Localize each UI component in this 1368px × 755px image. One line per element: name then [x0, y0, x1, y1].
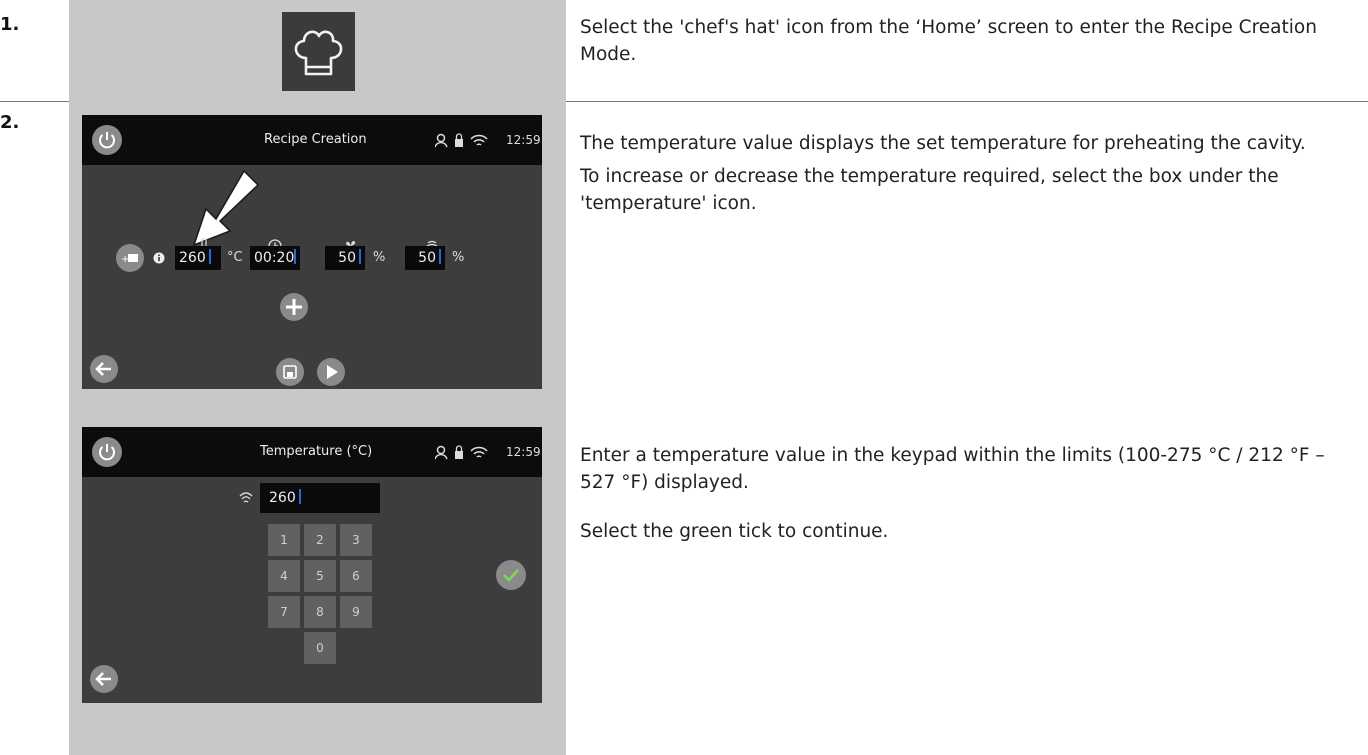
- step-2-text: Enter a temperature value in the keypad …: [580, 445, 1325, 493]
- info-icon: [153, 252, 165, 264]
- fan-field[interactable]: 50: [325, 246, 365, 270]
- wifi-icon: [470, 446, 488, 458]
- text-cursor: [294, 249, 297, 264]
- keypad-key-7[interactable]: 7: [268, 596, 300, 628]
- back-arrow-icon: [95, 362, 111, 376]
- back-button[interactable]: [90, 665, 118, 693]
- temperature-value: 260: [179, 250, 206, 266]
- divider: [0, 101, 69, 102]
- lock-icon: [455, 133, 463, 147]
- power-button[interactable]: [92, 125, 122, 155]
- power-icon: [99, 444, 115, 461]
- add-step-icon: +: [121, 254, 138, 265]
- screen-title: Temperature (°C): [260, 444, 373, 459]
- temperature-input-value: 260: [269, 490, 296, 506]
- clock: 12:59: [506, 133, 541, 147]
- add-step-button[interactable]: +: [116, 244, 144, 272]
- step-1-text: Select the 'chef's hat' icon from the ‘H…: [580, 17, 1317, 65]
- keypad-key-1[interactable]: 1: [268, 524, 300, 556]
- fan-value: 50: [338, 250, 356, 266]
- humidity-icon: [239, 492, 253, 503]
- fan-unit: %: [373, 250, 386, 265]
- pointer-arrow-icon: [192, 169, 260, 247]
- step-2-description-b: Enter a temperature value in the keypad …: [580, 442, 1365, 551]
- back-arrow-icon: [95, 672, 111, 686]
- save-icon: [283, 365, 297, 379]
- keypad-key-9[interactable]: 9: [340, 596, 372, 628]
- step-1-image-panel: [69, 0, 566, 102]
- text-cursor: [298, 489, 301, 504]
- person-icon: [435, 133, 448, 148]
- screen-title: Recipe Creation: [264, 132, 367, 147]
- save-button[interactable]: [276, 358, 304, 386]
- person-icon: [435, 445, 448, 460]
- keypad-key-0[interactable]: 0: [304, 632, 336, 664]
- chef-hat-icon: [294, 30, 343, 76]
- time-field[interactable]: 00:20: [250, 246, 300, 270]
- step-number-1: 1.: [0, 14, 20, 35]
- humidity-value: 50: [418, 250, 436, 266]
- step-2-description-a: The temperature value displays the set t…: [580, 130, 1365, 223]
- back-button[interactable]: [90, 355, 118, 383]
- temperature-input[interactable]: 260: [260, 483, 380, 513]
- humidity-unit: %: [452, 250, 465, 265]
- keypad-key-6[interactable]: 6: [340, 560, 372, 592]
- power-icon: [99, 132, 115, 149]
- power-button[interactable]: [92, 437, 122, 467]
- keypad-key-8[interactable]: 8: [304, 596, 336, 628]
- confirm-button[interactable]: [496, 560, 526, 590]
- keypad-key-2[interactable]: 2: [304, 524, 336, 556]
- step-number-2: 2.: [0, 112, 20, 133]
- humidity-field[interactable]: 50: [405, 246, 445, 270]
- text-cursor: [208, 249, 211, 264]
- step-2-text: To increase or decrease the temperature …: [580, 166, 1279, 214]
- recipe-creation-screen: Recipe Creation 12:59 + 260 °C 00:20 50 …: [82, 115, 542, 389]
- text-cursor: [439, 249, 441, 264]
- chef-hat-tile[interactable]: [282, 12, 355, 91]
- step-1-description: Select the 'chef's hat' icon from the ‘H…: [580, 14, 1365, 74]
- step-2-text: Select the green tick to continue.: [580, 521, 889, 542]
- add-phase-button[interactable]: [280, 293, 308, 321]
- clock: 12:59: [506, 445, 541, 459]
- keypad-key-3[interactable]: 3: [340, 524, 372, 556]
- divider: [566, 101, 1368, 102]
- wifi-icon: [470, 134, 488, 146]
- keypad-key-4[interactable]: 4: [268, 560, 300, 592]
- temperature-unit: °C: [227, 250, 243, 265]
- lock-icon: [455, 445, 463, 459]
- step-2-text: The temperature value displays the set t…: [580, 133, 1306, 154]
- status-icons: [435, 445, 488, 460]
- play-icon: [327, 365, 338, 379]
- keypad-key-5[interactable]: 5: [304, 560, 336, 592]
- temperature-field[interactable]: 260: [175, 246, 221, 270]
- temperature-keypad-screen: Temperature (°C) 12:59 260 1 2 3 4 5 6 7…: [82, 427, 542, 703]
- status-icons: [435, 133, 488, 148]
- time-value: 00:20: [254, 250, 295, 266]
- check-icon: [503, 569, 519, 582]
- play-button[interactable]: [317, 358, 345, 386]
- plus-icon: [286, 299, 302, 315]
- text-cursor: [359, 249, 361, 264]
